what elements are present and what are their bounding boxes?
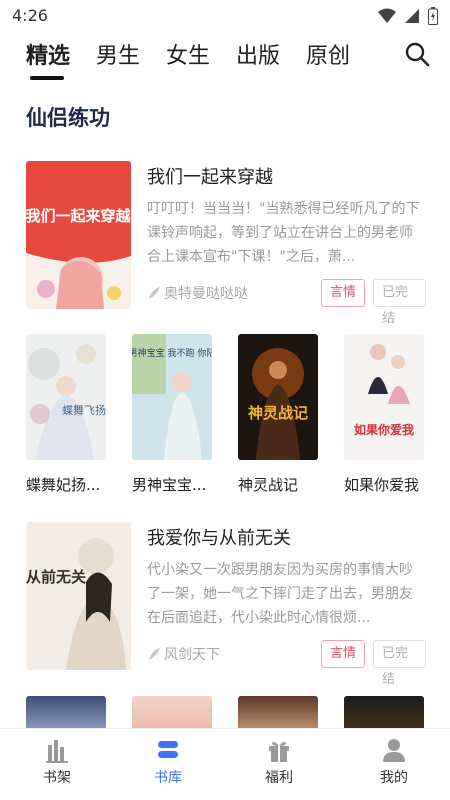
bottom-nav: 书架 书库 福利 我的 — [0, 728, 450, 800]
status-icons — [378, 7, 438, 25]
book-cover[interactable]: 蝶舞飞扬 — [26, 334, 106, 460]
bottom-nav-label: 我的 — [380, 770, 408, 786]
wifi-icon — [378, 8, 396, 23]
book-description: 叮叮叮！当当当！"当熟悉得已经听凡了的下课铃声响起，等到了站立在讲台上的男老师合… — [147, 201, 420, 265]
book-title: 我爱你与从前无关 — [147, 528, 291, 549]
book-title: 如果你爱我 — [344, 476, 420, 494]
tab-featured[interactable]: 精选 — [26, 38, 70, 70]
profile-icon — [383, 739, 405, 762]
grid-book-card[interactable]: 如果你爱我 如果你爱我 — [344, 334, 430, 495]
bottom-nav-bookshelf[interactable]: 书架 — [27, 737, 87, 787]
active-tab-indicator — [30, 76, 64, 80]
book-cover[interactable]: 如果你爱我 — [344, 334, 424, 460]
book-cover[interactable]: 男神宝宝 我不跑 你陆 — [132, 334, 212, 460]
gift-icon — [269, 741, 289, 762]
grid-book-card[interactable]: 男神宝宝 我不跑 你陆 男神宝宝... — [132, 334, 218, 495]
genre-tag: 言情 — [321, 640, 366, 668]
book-grid: 蝶舞飞扬 蝶舞妃扬... 男神宝宝 我不跑 你陆 男神宝宝... 神灵战记 神灵… — [0, 334, 450, 504]
battery-icon — [428, 7, 438, 25]
book-title: 我们一起来穿越 — [147, 167, 273, 188]
featured-book-card[interactable]: 从前无关 我爱你与从前无关 代小染又一次跟男朋友因为买房的事情大吵了一架，她一气… — [26, 522, 426, 687]
author-name: 奥特曼哒哒哒 — [164, 286, 248, 302]
bottom-nav-label: 书架 — [43, 770, 71, 786]
grid-book-card[interactable]: 神灵战记 神灵战记 — [238, 334, 324, 495]
tab-published[interactable]: 出版 — [236, 38, 280, 70]
featured-book-card[interactable]: 我们一起来穿越 我们一起来穿越 叮叮叮！当当当！"当熟悉得已经听凡了的下课铃声响… — [26, 161, 426, 326]
bottom-nav-welfare[interactable]: 福利 — [249, 737, 309, 787]
book-author: 奥特曼哒哒哒 — [147, 283, 248, 303]
bookshelf-icon — [46, 740, 68, 763]
grid-book-card[interactable]: 蝶舞飞扬 蝶舞妃扬... — [26, 334, 112, 495]
book-cover[interactable]: 我们一起来穿越 — [26, 161, 131, 309]
section-title: 仙侣练功 — [26, 106, 110, 130]
cover-title: 我们一起来穿越 — [26, 207, 131, 225]
bottom-nav-library[interactable]: 书库 — [138, 737, 198, 787]
tab-female[interactable]: 女生 — [166, 38, 210, 70]
cover-title: 蝶舞飞扬 — [62, 403, 106, 417]
book-title: 蝶舞妃扬... — [26, 476, 101, 494]
search-icon[interactable] — [403, 40, 431, 68]
book-cover[interactable]: 从前无关 — [26, 522, 131, 670]
book-title: 神灵战记 — [238, 476, 299, 494]
tab-male[interactable]: 男生 — [96, 38, 140, 70]
book-title: 男神宝宝... — [132, 476, 207, 494]
status-tag: 已完结 — [373, 279, 426, 326]
tab-original[interactable]: 原创 — [306, 38, 350, 70]
bottom-nav-profile[interactable]: 我的 — [364, 737, 424, 787]
cover-title: 男神宝宝 我不跑 你陆 — [132, 347, 212, 359]
bottom-nav-label: 福利 — [265, 770, 293, 786]
genre-tag: 言情 — [321, 279, 366, 307]
signal-icon — [405, 9, 419, 23]
library-icon — [158, 741, 178, 758]
bottom-nav-label: 书库 — [154, 770, 182, 786]
book-cover[interactable]: 神灵战记 — [238, 334, 318, 460]
book-author: 风剑天下 — [147, 644, 220, 664]
status-bar: 4:26 — [0, 0, 450, 32]
author-name: 风剑天下 — [164, 647, 220, 663]
cover-title: 从前无关 — [26, 568, 86, 586]
category-tabs: 精选 男生 女生 出版 原创 — [0, 36, 450, 86]
status-tag: 已完结 — [373, 640, 426, 687]
cover-title: 神灵战记 — [248, 404, 308, 422]
book-description: 代小染又一次跟男朋友因为买房的事情大吵了一架，她一气之下摔门走了出去，男朋友在后… — [147, 562, 413, 626]
status-time: 4:26 — [12, 6, 48, 25]
cover-title: 如果你爱我 — [354, 422, 414, 437]
quill-icon — [149, 287, 160, 299]
quill-icon — [149, 648, 160, 660]
